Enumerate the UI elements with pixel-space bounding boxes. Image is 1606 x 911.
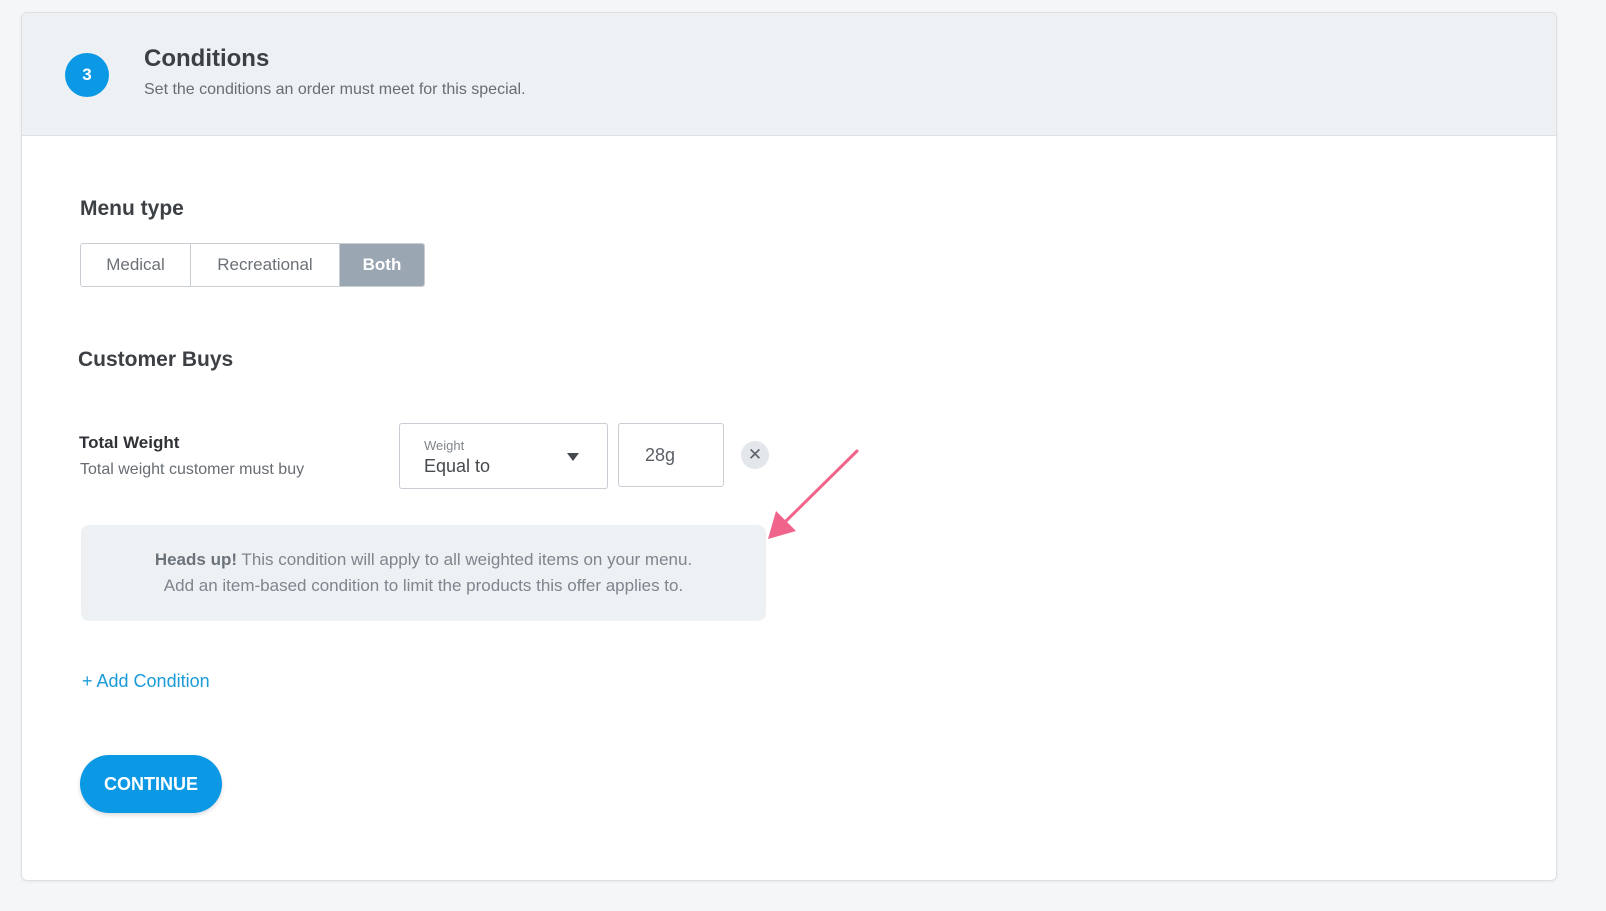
heads-up-notice: Heads up! This condition will apply to a…	[81, 525, 766, 621]
continue-button[interactable]: CONTINUE	[80, 755, 222, 813]
select-caption: Weight	[424, 438, 465, 453]
arrow-annotation-icon	[768, 449, 859, 539]
select-value: Equal to	[424, 456, 491, 476]
weight-operator-select[interactable]: Weight Equal to	[399, 423, 608, 489]
menu-type-medical-button[interactable]: Medical	[81, 244, 190, 286]
menu-type-heading: Menu type	[80, 197, 184, 220]
notice-text: This condition will apply to all weighte…	[237, 550, 693, 569]
weight-amount-input[interactable]	[618, 423, 724, 487]
card-header: 3 Conditions Set the conditions an order…	[22, 13, 1556, 136]
close-icon: ✕	[747, 445, 763, 464]
condition-description: Total weight customer must buy	[80, 461, 305, 478]
page-subtitle: Set the conditions an order must meet fo…	[144, 81, 526, 98]
page-title: Conditions	[144, 45, 270, 72]
notice-line-1: Heads up! This condition will apply to a…	[81, 547, 766, 573]
conditions-card: 3 Conditions Set the conditions an order…	[21, 12, 1557, 881]
chevron-down-icon	[567, 453, 579, 461]
menu-type-recreational-button[interactable]: Recreational	[190, 244, 339, 286]
notice-bold: Heads up!	[154, 550, 238, 569]
step-number-badge: 3	[65, 53, 109, 97]
customer-buys-heading: Customer Buys	[78, 348, 234, 371]
condition-label: Total Weight	[79, 433, 180, 452]
notice-line-2: Add an item-based condition to limit the…	[163, 576, 684, 595]
add-condition-link[interactable]: + Add Condition	[82, 671, 210, 692]
menu-type-toggle: Medical Recreational Both	[80, 243, 425, 287]
menu-type-both-button[interactable]: Both	[339, 244, 424, 286]
